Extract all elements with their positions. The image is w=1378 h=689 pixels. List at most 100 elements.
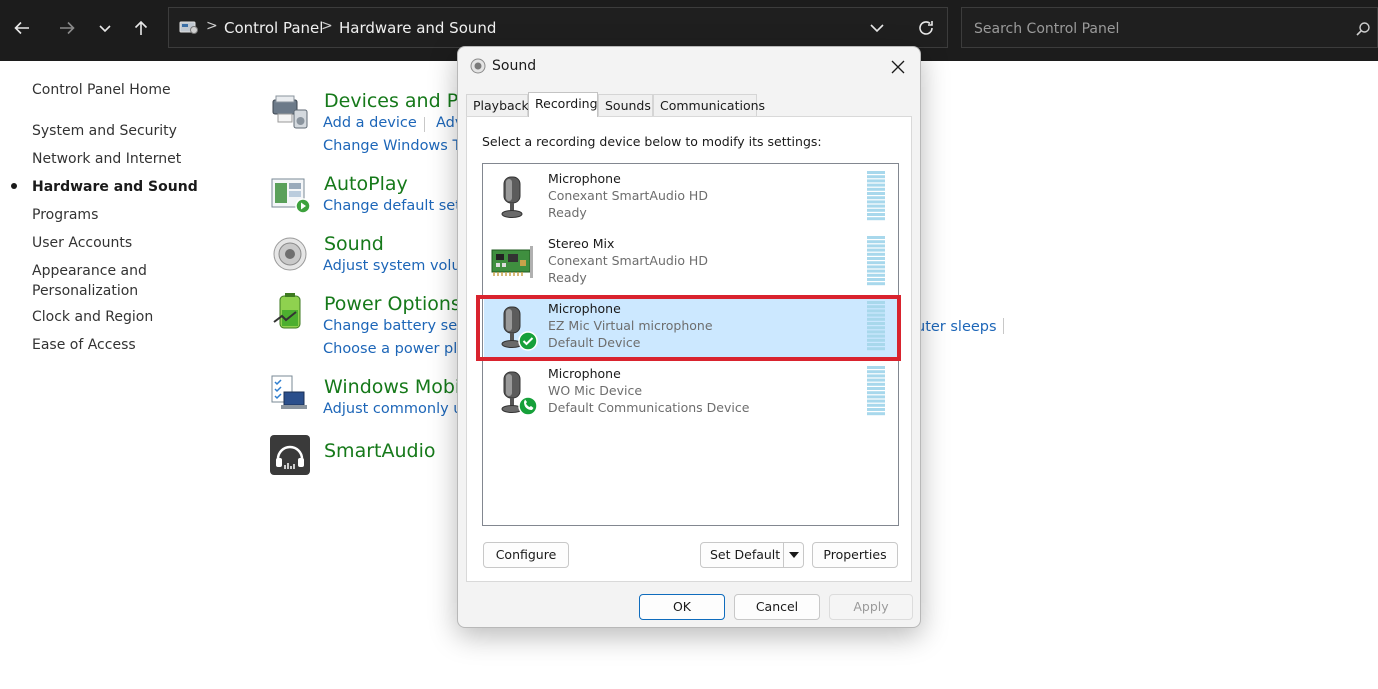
level-meter-segment — [867, 282, 885, 286]
level-meter-segment — [867, 313, 885, 317]
level-meter-segment — [867, 273, 885, 277]
level-meter-segment — [867, 322, 885, 325]
forward-button[interactable] — [51, 12, 83, 44]
devices-printers-icon — [272, 95, 308, 129]
level-meter-segment — [867, 317, 885, 321]
level-meter-segment — [867, 175, 885, 179]
device-row-microphone-wo-mic[interactable]: Microphone WO Mic Device Default Communi… — [484, 362, 897, 426]
search-box[interactable] — [961, 7, 1378, 48]
device-name: Microphone — [548, 366, 621, 381]
properties-button[interactable]: Properties — [812, 542, 898, 568]
level-meter-segment — [867, 244, 885, 248]
speaker-icon — [470, 58, 486, 74]
level-meter-segment — [867, 192, 885, 195]
address-bar[interactable]: > Control Panel > Hardware and Sound — [168, 7, 948, 48]
sidebar-item-personalization[interactable]: Personalization — [32, 281, 138, 301]
category-title-devices-printers[interactable]: Devices and Pri — [324, 90, 471, 112]
device-status: Default Device — [548, 335, 641, 350]
set-default-dropdown[interactable] — [783, 543, 803, 567]
close-button[interactable] — [884, 55, 912, 79]
link-change-default-settings[interactable]: Change default setti — [323, 198, 471, 214]
microphone-default-icon — [501, 306, 538, 351]
search-input[interactable] — [972, 18, 1336, 40]
arrow-right-icon — [60, 21, 75, 35]
level-meter-segment — [867, 382, 885, 386]
category-title-smartaudio[interactable]: SmartAudio — [324, 440, 435, 462]
link-choose-a-power-plan[interactable]: Choose a power plan — [323, 341, 475, 357]
level-meter-segment — [867, 347, 885, 351]
sidebar-item-clock-and-region[interactable]: Clock and Region — [32, 307, 153, 327]
device-driver: Conexant SmartAudio HD — [548, 188, 708, 203]
link-adjust-system-volume[interactable]: Adjust system volum — [323, 258, 475, 274]
device-list[interactable]: Microphone Conexant SmartAudio HD Ready — [476, 163, 901, 526]
link-change-windows-to-go[interactable]: Change Windows To — [323, 138, 468, 154]
dialog-title: Sound — [492, 58, 537, 74]
device-row-microphone-conexant[interactable]: Microphone Conexant SmartAudio HD Ready — [484, 167, 897, 231]
device-row-microphone-ez-mic[interactable]: Microphone EZ Mic Virtual microphone Def… — [484, 297, 897, 361]
cancel-button[interactable]: Cancel — [734, 594, 820, 620]
breadcrumb-hardware-and-sound[interactable]: Hardware and Sound — [339, 19, 496, 37]
chevron-down-icon — [99, 25, 111, 33]
link-change-battery-settings[interactable]: Change battery setti — [323, 318, 473, 334]
category-title-power-options[interactable]: Power Options — [324, 293, 461, 315]
device-status: Ready — [548, 270, 587, 285]
category-title-autoplay[interactable]: AutoPlay — [324, 173, 408, 195]
link-add-a-device[interactable]: Add a device — [323, 115, 417, 131]
level-meter-segment — [867, 338, 885, 342]
level-meter-segment — [867, 204, 885, 208]
link-change-when-computer-sleeps[interactable]: uter sleeps — [916, 319, 997, 335]
level-meter-segment — [867, 213, 885, 216]
tab-playback[interactable]: Playback — [466, 94, 529, 116]
level-meter — [867, 366, 885, 416]
level-meter-segment — [867, 240, 885, 244]
sidebar-item-appearance[interactable]: Appearance and — [32, 261, 147, 281]
breadcrumb-separator: > — [321, 18, 333, 34]
microphone-icon — [501, 176, 523, 218]
level-meter — [867, 171, 885, 221]
level-meter-segment — [867, 374, 885, 378]
chevron-down-icon[interactable] — [869, 21, 885, 35]
category-title-sound[interactable]: Sound — [324, 233, 384, 255]
microphone-communications-icon — [501, 371, 538, 416]
ok-button[interactable]: OK — [639, 594, 725, 620]
sound-card-icon — [491, 246, 533, 278]
back-button[interactable] — [6, 12, 38, 44]
sidebar-item-system-and-security[interactable]: System and Security — [32, 121, 177, 141]
category-title-windows-mobility-center[interactable]: Windows Mobi — [324, 376, 460, 398]
tab-communications[interactable]: Communications — [653, 94, 765, 116]
apply-button[interactable]: Apply — [829, 594, 913, 620]
level-meter-segment — [867, 326, 885, 330]
level-meter — [867, 301, 885, 351]
sidebar-item-ease-of-access[interactable]: Ease of Access — [32, 335, 136, 355]
recent-locations-button[interactable] — [89, 12, 121, 44]
active-indicator — [11, 183, 17, 189]
set-default-button[interactable]: Set Default — [700, 542, 804, 568]
sidebar-item-network-and-internet[interactable]: Network and Internet — [32, 149, 181, 169]
device-status: Default Communications Device — [548, 400, 750, 415]
device-driver: WO Mic Device — [548, 383, 643, 398]
sidebar-item-programs[interactable]: Programs — [32, 205, 98, 225]
recording-panel: Select a recording device below to modif… — [466, 116, 912, 582]
refresh-icon[interactable] — [916, 18, 936, 38]
sidebar-item-user-accounts[interactable]: User Accounts — [32, 233, 132, 253]
sidebar-item-hardware-and-sound[interactable]: Hardware and Sound — [32, 177, 198, 197]
search-icon — [1356, 22, 1370, 36]
link-adjust-commonly-used-settings[interactable]: Adjust commonly us — [323, 401, 470, 417]
up-button[interactable] — [125, 12, 157, 44]
close-icon — [891, 60, 905, 74]
sidebar-item-control-panel-home[interactable]: Control Panel Home — [32, 80, 171, 100]
level-meter-segment — [867, 265, 885, 269]
configure-button[interactable]: Configure — [483, 542, 569, 568]
tab-sounds[interactable]: Sounds — [598, 94, 653, 116]
level-meter-segment — [867, 196, 885, 200]
level-meter-segment — [867, 399, 885, 403]
arrow-left-icon — [14, 21, 29, 35]
level-meter-segment — [867, 278, 885, 281]
level-meter-segment — [867, 395, 885, 399]
tab-recording[interactable]: Recording — [528, 92, 598, 117]
level-meter-segment — [867, 248, 885, 252]
level-meter-segment — [867, 187, 885, 191]
device-row-stereo-mix[interactable]: Stereo Mix Conexant SmartAudio HD Ready — [484, 232, 897, 296]
level-meter-segment — [867, 236, 885, 239]
breadcrumb-control-panel[interactable]: Control Panel — [224, 19, 323, 37]
